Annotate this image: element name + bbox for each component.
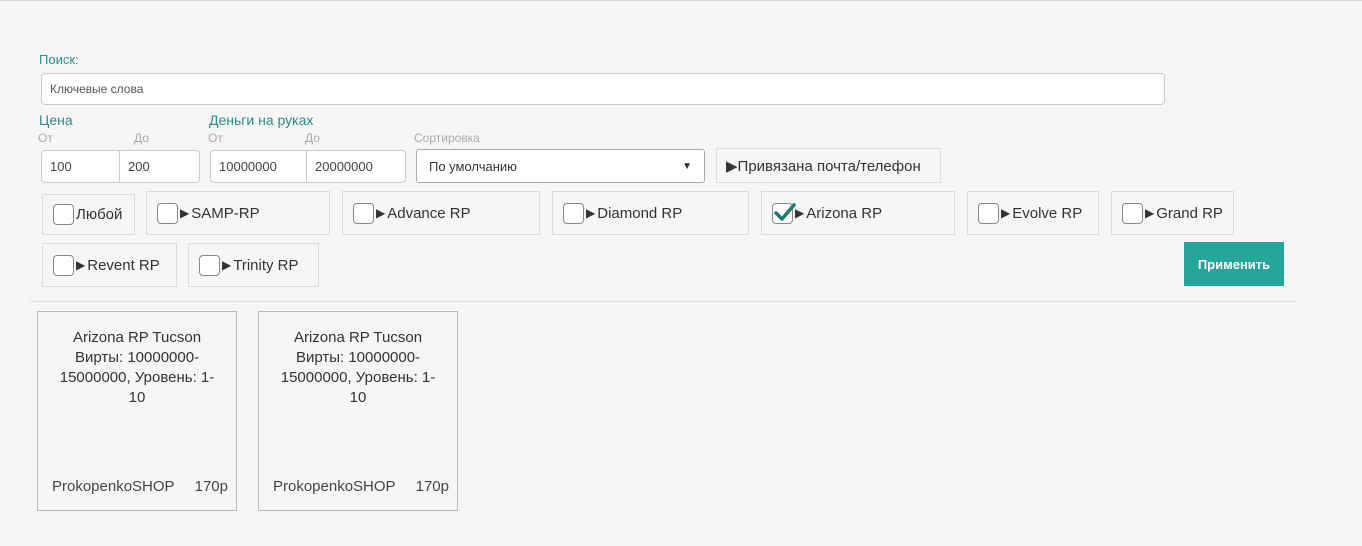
divider	[30, 301, 1296, 302]
checkbox-checked[interactable]	[772, 202, 796, 224]
product-title: Arizona RP Tucson Вирты: 10000000-150000…	[280, 329, 436, 406]
top-border	[0, 0, 1362, 3]
money-label: Деньги на руках	[209, 112, 314, 128]
filter-label: Trinity RP	[233, 256, 299, 274]
checkbox[interactable]	[563, 202, 584, 224]
price-label: Цена	[39, 112, 73, 128]
filter-label: Arizona RP	[806, 204, 883, 222]
money-from-input[interactable]: 10000000	[210, 150, 307, 183]
checkbox[interactable]	[157, 202, 178, 224]
money-to-label: До	[305, 131, 320, 145]
money-to-input[interactable]: 20000000	[306, 150, 406, 183]
bound-email-phone-button[interactable]: ▶Привязана почта/телефон	[716, 148, 941, 183]
play-arrow-icon: ▶	[76, 258, 86, 272]
checkbox[interactable]	[1122, 202, 1143, 224]
filter-trinity-rp[interactable]: ▶ Trinity RP	[188, 243, 319, 287]
play-arrow-icon: ▶	[180, 206, 190, 220]
filter-label: SAMP-RP	[191, 204, 260, 222]
filter-label: Revent RP	[87, 256, 160, 274]
play-arrow-icon: ▶	[1145, 206, 1155, 220]
filter-label: Grand RP	[1156, 204, 1223, 222]
filter-label: Diamond RP	[597, 204, 683, 222]
price-to-input[interactable]: 200	[119, 150, 200, 183]
product-shop: ProkopenkoSHOP	[52, 478, 175, 495]
checkbox[interactable]	[53, 254, 74, 276]
price-from-label: От	[38, 131, 53, 145]
product-shop: ProkopenkoSHOP	[273, 478, 396, 495]
play-arrow-icon: ▶	[1001, 206, 1011, 220]
checkbox[interactable]	[353, 202, 374, 224]
filter-any[interactable]: Любой	[42, 194, 135, 235]
filter-arizona-rp[interactable]: ▶ Arizona RP	[761, 191, 955, 235]
checkbox[interactable]	[978, 202, 999, 224]
checkmark-icon	[774, 202, 796, 221]
apply-button[interactable]: Применить	[1184, 242, 1284, 286]
filter-label: Advance RP	[387, 204, 471, 222]
filter-grand-rp[interactable]: ▶ Grand RP	[1111, 191, 1234, 235]
price-from-input[interactable]: 100	[41, 150, 120, 183]
sort-selected-value: По умолчанию	[429, 158, 517, 174]
product-title: Arizona RP Tucson Вирты: 10000000-150000…	[59, 329, 215, 406]
sort-select[interactable]: По умолчанию ▼	[416, 149, 705, 183]
product-price: 170р	[194, 478, 228, 495]
product-card[interactable]: Arizona RP Tucson Вирты: 10000000-150000…	[37, 311, 237, 511]
product-card[interactable]: Arizona RP Tucson Вирты: 10000000-150000…	[258, 311, 458, 511]
filter-evolve-rp[interactable]: ▶ Evolve RP	[967, 191, 1099, 235]
dropdown-arrow-icon: ▼	[682, 160, 692, 172]
price-to-label: До	[134, 131, 149, 145]
play-arrow-icon: ▶	[222, 258, 232, 272]
search-input[interactable]: Ключевые слова	[41, 73, 1165, 105]
filter-advance-rp[interactable]: ▶ Advance RP	[342, 191, 540, 235]
filter-label: Evolve RP	[1012, 204, 1083, 222]
product-price: 170р	[415, 478, 449, 495]
filter-label: Любой	[76, 206, 123, 223]
play-arrow-icon: ▶	[376, 206, 386, 220]
play-arrow-icon: ▶	[586, 206, 596, 220]
filter-revent-rp[interactable]: ▶ Revent RP	[42, 243, 177, 287]
checkbox[interactable]	[199, 254, 220, 276]
search-label: Поиск:	[39, 52, 79, 67]
money-from-label: От	[208, 131, 223, 145]
sort-label: Сортировка	[414, 131, 480, 145]
filter-diamond-rp[interactable]: ▶ Diamond RP	[552, 191, 749, 235]
filter-samp-rp[interactable]: ▶ SAMP-RP	[146, 191, 330, 235]
checkbox[interactable]	[53, 204, 74, 225]
